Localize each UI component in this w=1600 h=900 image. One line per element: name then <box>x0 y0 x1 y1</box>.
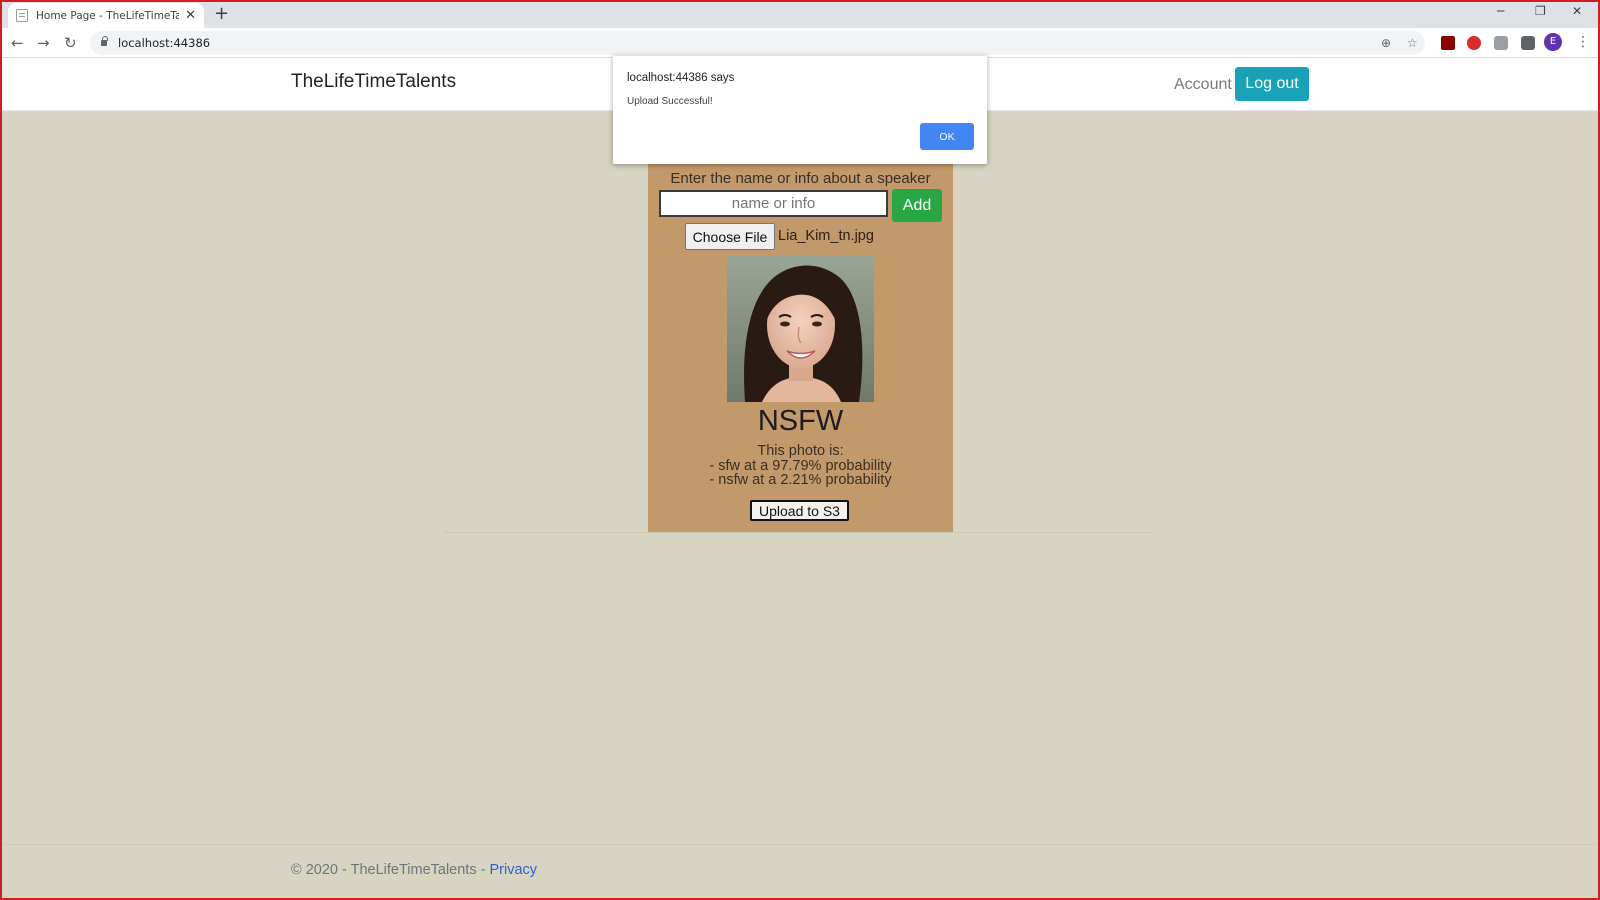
classification-verdict: NSFW <box>757 405 844 437</box>
reload-icon[interactable]: ↻ <box>64 33 77 53</box>
probability-result: This photo is: - sfw at a 97.79% probabi… <box>648 444 953 488</box>
lock-icon <box>101 36 108 46</box>
dialog-message: Upload Successful! <box>627 96 713 107</box>
camera-icon[interactable] <box>1494 36 1508 50</box>
tab-title: Home Page - TheLifeTimeTalents <box>36 9 180 22</box>
extensions-puzzle-icon[interactable] <box>1521 36 1535 50</box>
account-link[interactable]: Account <box>1174 76 1232 94</box>
bookmark-star-icon[interactable]: ☆ <box>1407 36 1418 50</box>
url-text: localhost:44386 <box>118 36 211 50</box>
pdf-extension-icon[interactable] <box>1441 36 1455 50</box>
speaker-prompt: Enter the name or info about a speaker <box>670 170 931 187</box>
browser-tabstrip: Home Page - TheLifeTimeTalents ✕ + ─ ❐ ✕ <box>0 0 1600 28</box>
browser-tab[interactable]: Home Page - TheLifeTimeTalents ✕ <box>8 3 204 28</box>
dialog-ok-button[interactable]: OK <box>920 123 974 150</box>
alert-dialog: localhost:44386 says Upload Successful! … <box>613 56 987 164</box>
page-icon <box>16 9 28 22</box>
selected-file-name: Lia_Kim_tn.jpg <box>778 228 874 244</box>
profile-avatar[interactable]: E <box>1544 33 1562 51</box>
upload-to-s3-button[interactable]: Upload to S3 <box>750 500 849 521</box>
choose-file-button[interactable]: Choose File <box>685 223 775 250</box>
zoom-icon[interactable]: ⊕ <box>1381 36 1391 50</box>
browser-toolbar: ← → ↻ localhost:44386 ⊕ ☆ E ⋮ <box>0 28 1600 58</box>
logout-button[interactable]: Log out <box>1235 67 1309 101</box>
new-tab-button[interactable]: + <box>214 5 229 23</box>
speaker-name-input[interactable] <box>659 190 888 217</box>
dialog-title: localhost:44386 says <box>627 72 735 84</box>
restore-icon[interactable]: ❐ <box>1535 4 1546 18</box>
speaker-upload-card: Enter the name or info about a speaker A… <box>648 162 953 533</box>
video-extension-icon[interactable] <box>1467 36 1481 50</box>
brand-logo-text[interactable]: TheLifeTimeTalents <box>291 71 456 93</box>
browser-menu-icon[interactable]: ⋮ <box>1576 34 1590 50</box>
address-bar[interactable]: localhost:44386 ⊕ ☆ <box>90 31 1425 55</box>
tab-close-icon[interactable]: ✕ <box>185 9 196 22</box>
speaker-photo <box>727 255 874 402</box>
add-button[interactable]: Add <box>892 189 942 222</box>
forward-icon[interactable]: → <box>37 33 50 53</box>
close-window-icon[interactable]: ✕ <box>1572 4 1582 18</box>
footer-copyright: © 2020 - TheLifeTimeTalents - <box>291 862 490 878</box>
back-icon[interactable]: ← <box>11 33 24 53</box>
result-line-intro: This photo is: <box>757 443 844 459</box>
footer: © 2020 - TheLifeTimeTalents - Privacy <box>291 862 537 878</box>
content-divider <box>444 532 1154 533</box>
privacy-link[interactable]: Privacy <box>489 862 537 878</box>
result-line-nsfw: - nsfw at a 2.21% probability <box>709 472 892 488</box>
footer-divider <box>2 844 1598 845</box>
minimize-icon[interactable]: ─ <box>1497 4 1504 18</box>
result-line-sfw: - sfw at a 97.79% probability <box>709 457 892 474</box>
